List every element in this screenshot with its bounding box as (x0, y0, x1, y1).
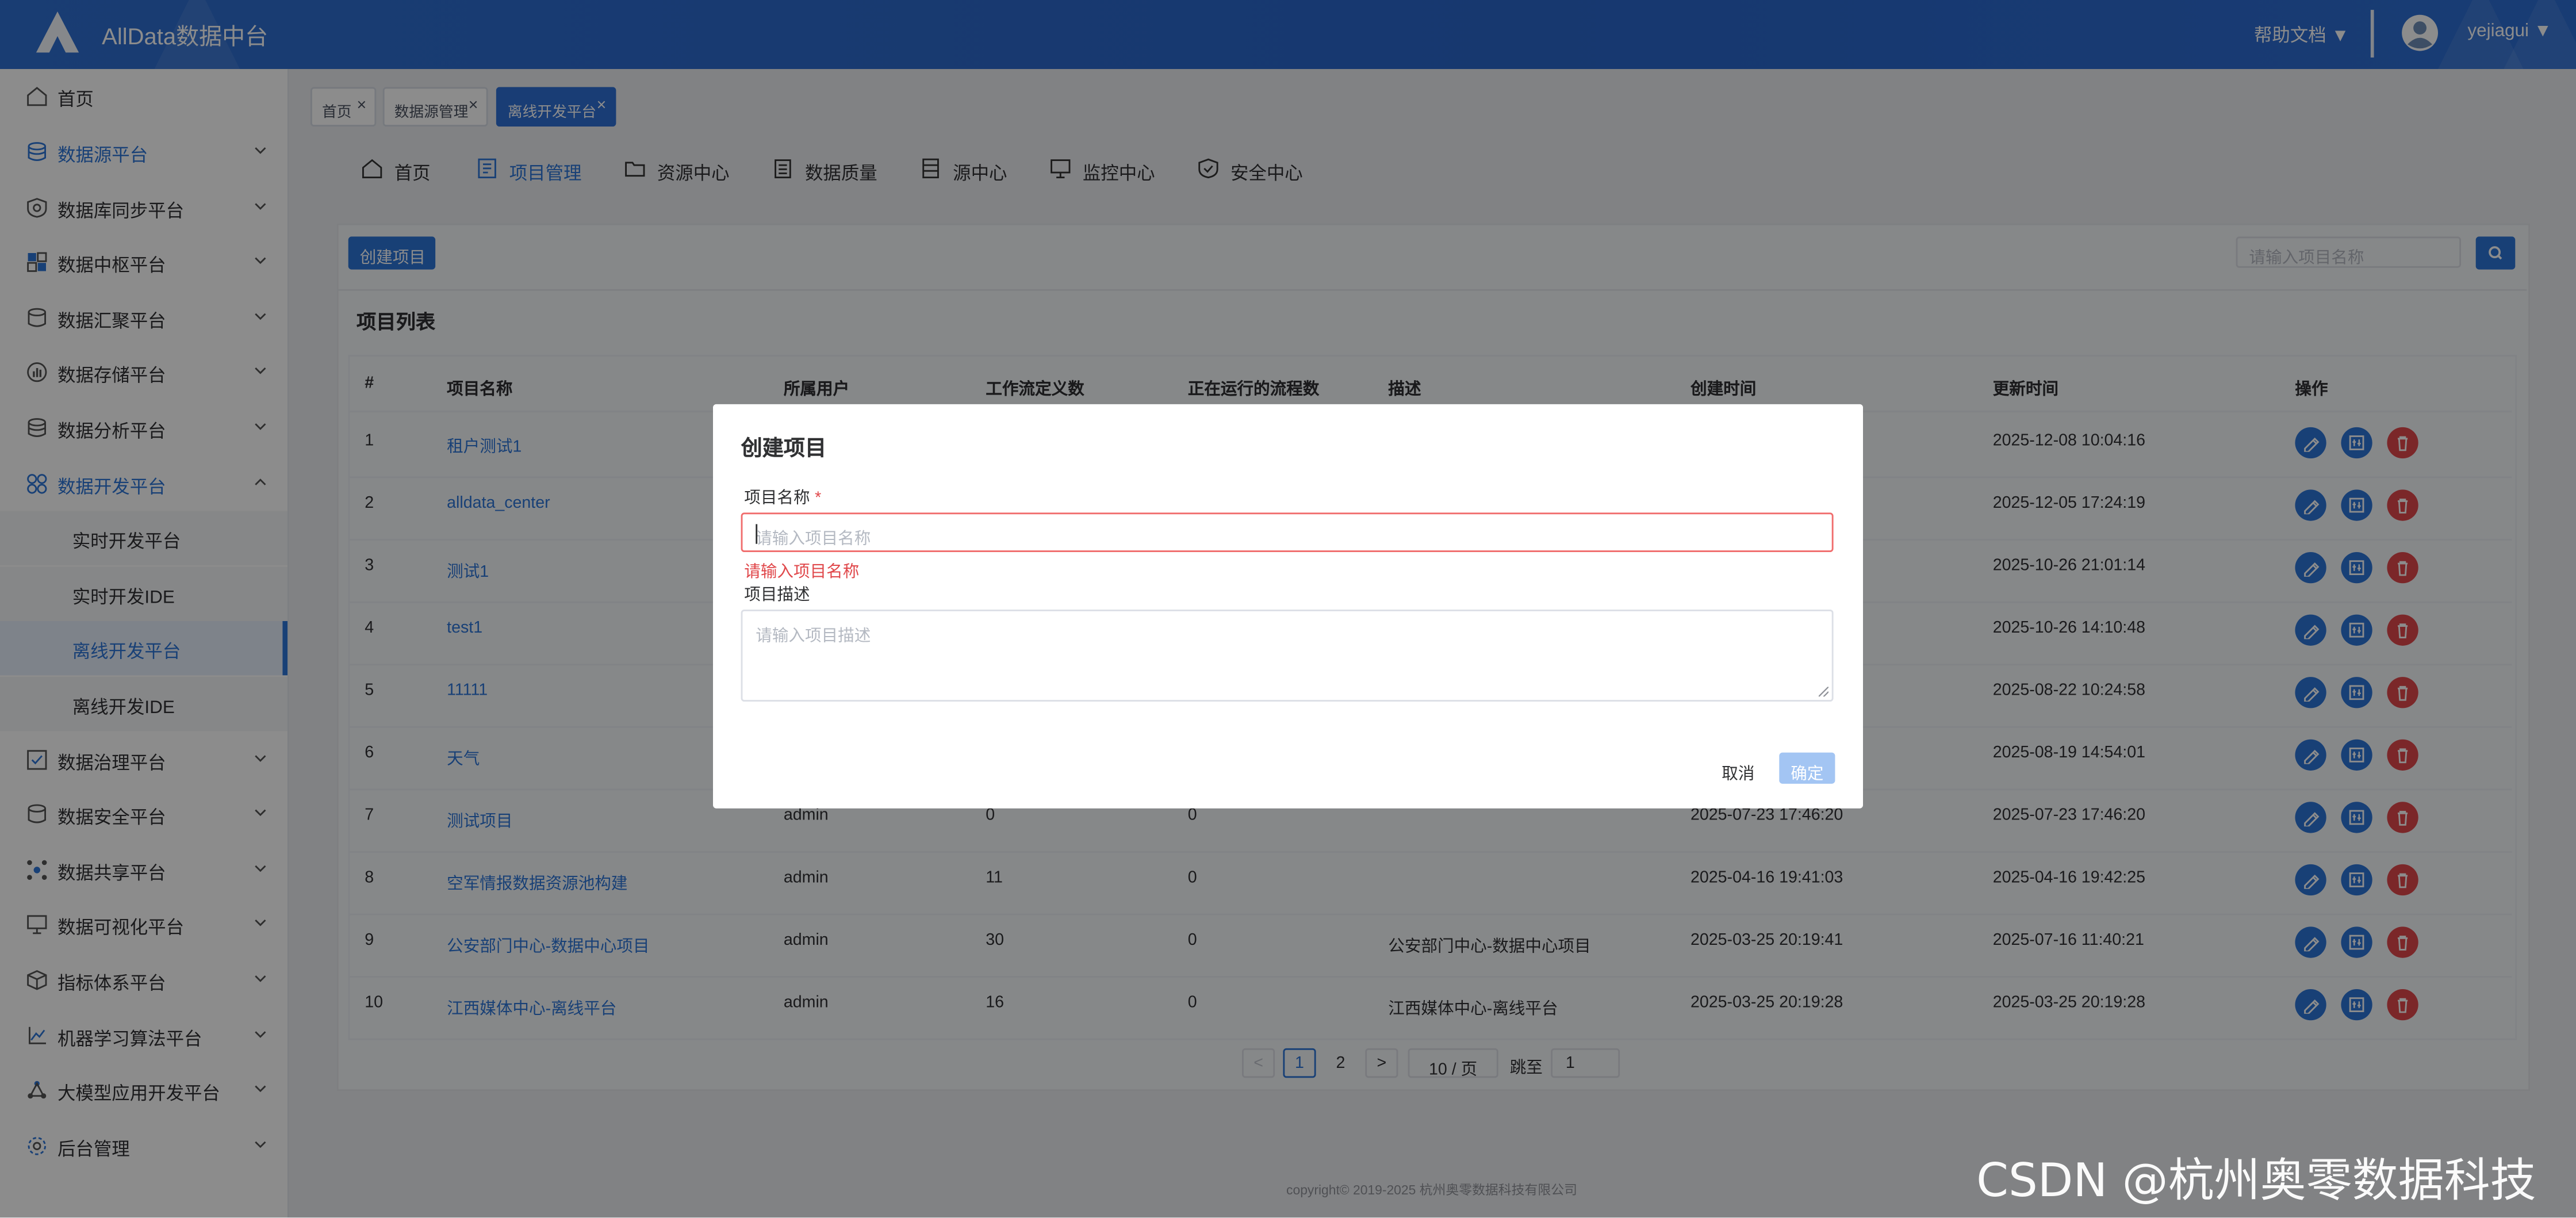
project-desc-textarea[interactable]: 请输入项目描述 (741, 610, 1834, 702)
required-mark: * (815, 489, 822, 508)
project-name-error: 请输入项目名称 (744, 564, 860, 582)
dialog-title: 创建项目 (741, 435, 827, 460)
project-name-label-text: 项目名称 (744, 489, 810, 508)
text-caret (756, 524, 758, 544)
confirm-button[interactable]: 确定 (1779, 752, 1835, 784)
project-name-placeholder: 请输入项目名称 (756, 530, 871, 549)
project-name-label: 项目名称 * (744, 483, 822, 508)
create-project-dialog: 创建项目 项目名称 * 请输入项目名称 请输入项目名称 项目描述 请输入项目描述 … (713, 404, 1863, 809)
app-root: AllData数据中台 帮助文档 ▼ yejiagui ▼ 首页 数据源平台 数… (0, 0, 2576, 1218)
csdn-watermark: CSDN @杭州奥零数据科技 (1976, 1153, 2536, 1208)
project-desc-placeholder: 请输入项目描述 (756, 627, 871, 646)
resize-grip-icon[interactable] (1818, 687, 1828, 697)
project-desc-label: 项目描述 (744, 587, 810, 605)
cancel-button[interactable]: 取消 (1722, 759, 1754, 783)
confirm-label: 确定 (1791, 765, 1824, 784)
project-name-input[interactable]: 请输入项目名称 (741, 512, 1834, 552)
